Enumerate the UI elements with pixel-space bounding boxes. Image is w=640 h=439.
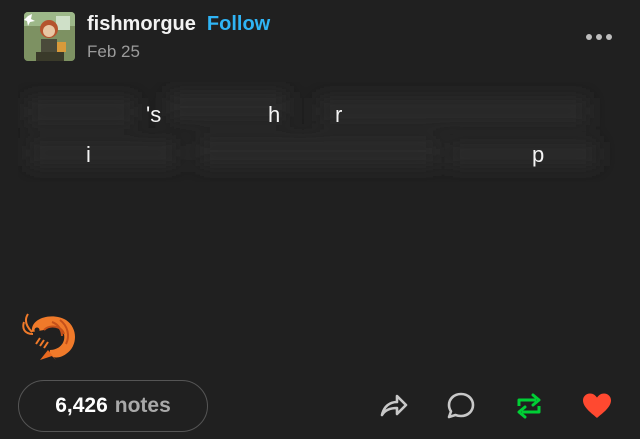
redacted-text: 's h r i p (18, 82, 620, 182)
text-fragment: 's (146, 102, 162, 127)
post-header: fishmorgue Follow Feb 25 (24, 12, 620, 62)
more-options-icon[interactable] (584, 30, 614, 44)
follow-button[interactable]: Follow (207, 13, 270, 36)
text-fragment: i (86, 142, 91, 167)
text-fragment: h (268, 102, 281, 127)
name-row: fishmorgue Follow (87, 13, 270, 39)
like-icon[interactable] (580, 389, 614, 423)
post-date: Feb 25 (87, 42, 140, 61)
username[interactable]: fishmorgue (87, 13, 196, 36)
avatar[interactable] (24, 12, 75, 61)
avatar-image (24, 12, 75, 61)
notes-count: 6,426 (55, 394, 108, 417)
notes-label: notes (114, 394, 171, 417)
shrimp-icon (22, 310, 80, 362)
reply-icon[interactable] (444, 389, 478, 423)
notes-button[interactable]: 6,426 notes (18, 380, 208, 432)
text-fragment: r (335, 102, 343, 127)
reblog-icon[interactable] (512, 389, 546, 423)
text-fragment: p (532, 142, 545, 167)
redaction-blur (26, 92, 598, 166)
share-icon[interactable] (376, 389, 410, 423)
